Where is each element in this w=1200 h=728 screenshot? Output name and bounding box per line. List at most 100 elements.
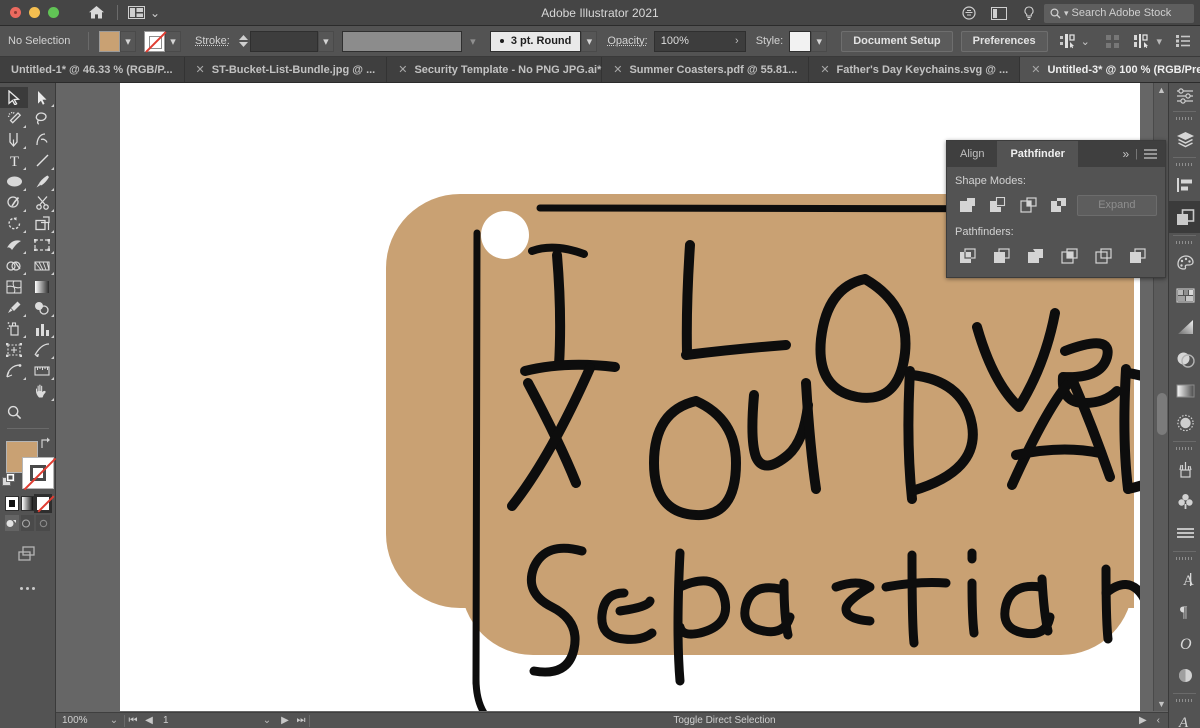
- zoom-level-value[interactable]: 100%: [56, 715, 104, 726]
- type-styles-icon[interactable]: A: [1169, 705, 1200, 728]
- symbols-icon[interactable]: [1169, 485, 1200, 517]
- width-tool[interactable]: [0, 234, 28, 255]
- outline-button[interactable]: [1091, 245, 1117, 267]
- graphic-styles-icon[interactable]: [1169, 517, 1200, 549]
- trim-button[interactable]: [989, 245, 1015, 267]
- column-graph-tool[interactable]: [28, 318, 56, 339]
- close-tab-icon[interactable]: ✕: [398, 63, 407, 76]
- stroke-weight-control[interactable]: ▾: [250, 31, 334, 52]
- vertical-scroll-thumb[interactable]: [1157, 393, 1167, 435]
- gradient-mode-button[interactable]: [21, 496, 35, 511]
- close-tab-icon[interactable]: ✕: [1031, 63, 1040, 76]
- scroll-down-icon[interactable]: ▼: [1154, 697, 1169, 711]
- close-window-button[interactable]: [10, 7, 21, 18]
- arrange-documents-icon[interactable]: ⌄: [128, 6, 160, 20]
- puppet-warp-tool[interactable]: [0, 360, 28, 381]
- stroke-profile-chevron-icon[interactable]: ▾: [462, 31, 484, 52]
- minimize-window-button[interactable]: [29, 7, 40, 18]
- selection-tool[interactable]: [0, 87, 28, 108]
- transparency-icon[interactable]: [1169, 343, 1200, 375]
- slice-tool[interactable]: [28, 339, 56, 360]
- arrange-chevron-icon[interactable]: ⌄: [150, 6, 160, 20]
- close-tab-icon[interactable]: ✕: [820, 63, 829, 76]
- dock-grip[interactable]: [1169, 554, 1200, 563]
- align-icon[interactable]: [1169, 169, 1200, 201]
- shaper-tool[interactable]: [0, 192, 28, 213]
- document-tab-2[interactable]: ✕ Security Template - No PNG JPG.ai*: [387, 57, 602, 82]
- glyphs-icon[interactable]: [1169, 659, 1200, 691]
- pathfinder-icon[interactable]: [1169, 201, 1200, 233]
- stroke-weight-value[interactable]: [250, 31, 318, 52]
- opacity-label[interactable]: Opacity:: [607, 35, 647, 47]
- free-transform-tool[interactable]: [28, 234, 56, 255]
- hand-tool[interactable]: [28, 381, 56, 402]
- intersect-button[interactable]: [1016, 194, 1041, 216]
- graphic-style-swatch[interactable]: [789, 31, 811, 52]
- document-tab-5[interactable]: ✕ Untitled-3* @ 100 % (RGB/Preview): [1020, 57, 1200, 82]
- lasso-tool[interactable]: [28, 108, 56, 129]
- edit-toolbar-icon[interactable]: [0, 565, 55, 590]
- line-segment-tool[interactable]: [28, 150, 56, 171]
- ellipse-tool[interactable]: [0, 171, 28, 192]
- perspective-grid-tool[interactable]: [28, 255, 56, 276]
- fill-swatch[interactable]: [99, 31, 120, 52]
- brush-definition-control[interactable]: 3 pt. Round ▾: [490, 31, 598, 52]
- layers-icon[interactable]: [1169, 123, 1200, 155]
- properties-icon[interactable]: [1169, 83, 1200, 109]
- arrange-grid-icon[interactable]: [1106, 35, 1120, 48]
- document-tab-0[interactable]: Untitled-1* @ 46.33 % (RGB/P...: [0, 57, 185, 82]
- close-tab-icon[interactable]: ✕: [613, 63, 622, 76]
- graphic-style-control[interactable]: ▾: [789, 31, 827, 52]
- artboard-chevron-icon[interactable]: ⌄: [257, 715, 277, 726]
- artboard-tool[interactable]: [0, 339, 28, 360]
- next-artboard-button[interactable]: ▶: [277, 715, 293, 726]
- symbol-sprayer-tool[interactable]: [0, 318, 28, 339]
- tab-align[interactable]: Align: [947, 141, 997, 167]
- rotate-tool[interactable]: [0, 213, 28, 234]
- change-screen-mode-icon[interactable]: [0, 531, 55, 565]
- unite-button[interactable]: [955, 194, 980, 216]
- default-fill-stroke-icon[interactable]: [2, 473, 16, 487]
- document-tab-4[interactable]: ✕ Father's Day Keychains.svg @ ...: [809, 57, 1020, 82]
- brushes-icon[interactable]: [1169, 453, 1200, 485]
- collapse-panel-icon[interactable]: »: [1122, 147, 1129, 161]
- stroke-profile-value[interactable]: [342, 31, 462, 52]
- merge-button[interactable]: [1023, 245, 1049, 267]
- scissors-tool[interactable]: [28, 192, 56, 213]
- opacity-arrow-icon[interactable]: ›: [735, 35, 739, 47]
- swap-fill-stroke-icon[interactable]: [39, 437, 52, 449]
- toolbar-stroke-swatch[interactable]: [22, 457, 54, 489]
- paragraph-icon[interactable]: ¶: [1169, 595, 1200, 627]
- cloud-documents-icon[interactable]: [954, 0, 984, 26]
- stroke-weight-stepper[interactable]: [237, 31, 250, 52]
- align-chevron-icon[interactable]: ⌄: [1081, 35, 1090, 48]
- panel-menu-icon[interactable]: [1144, 149, 1157, 159]
- brush-chevron-icon[interactable]: ▾: [581, 31, 597, 52]
- document-tab-3[interactable]: ✕ Summer Coasters.pdf @ 55.81...: [602, 57, 809, 82]
- fill-color-control[interactable]: ▾: [99, 31, 136, 52]
- none-mode-button[interactable]: [36, 496, 50, 511]
- scale-tool[interactable]: [28, 213, 56, 234]
- gradient-tool[interactable]: [28, 276, 56, 297]
- screen-layout-icon[interactable]: [984, 0, 1014, 26]
- search-dropdown-chevron-icon[interactable]: ▾: [1064, 8, 1069, 19]
- dock-grip[interactable]: [1169, 444, 1200, 453]
- tab-pathfinder[interactable]: Pathfinder: [997, 141, 1077, 167]
- stroke-chevron-icon[interactable]: ▾: [165, 31, 181, 52]
- distribute-chevron-icon[interactable]: ▾: [1156, 35, 1162, 48]
- pathfinder-panel[interactable]: Align Pathfinder » | Shape Modes: Expand…: [946, 140, 1166, 278]
- color-mode-button[interactable]: [5, 496, 19, 511]
- type-tool[interactable]: T: [0, 150, 28, 171]
- color-icon[interactable]: [1169, 375, 1200, 407]
- stroke-color-control[interactable]: ▾: [144, 31, 181, 52]
- dock-grip[interactable]: [1169, 696, 1200, 705]
- opacity-input[interactable]: 100% ›: [654, 31, 746, 52]
- stroke-profile-control[interactable]: ▾: [342, 31, 484, 52]
- stroke-icon[interactable]: [1169, 407, 1200, 439]
- character-icon[interactable]: A: [1169, 563, 1200, 595]
- maximize-window-button[interactable]: [48, 7, 59, 18]
- draw-normal-button[interactable]: [5, 515, 19, 531]
- dock-grip[interactable]: [1169, 160, 1200, 169]
- fill-chevron-icon[interactable]: ▾: [120, 31, 136, 52]
- artboard-number[interactable]: 1: [157, 715, 257, 726]
